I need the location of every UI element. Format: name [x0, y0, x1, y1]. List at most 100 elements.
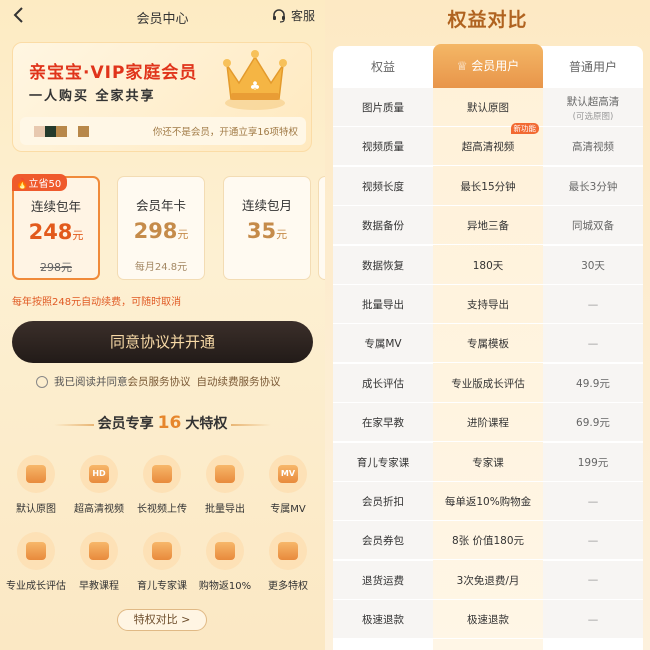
crown-icon: ♣: [223, 50, 287, 110]
member-value: 每单返10%购物金: [444, 496, 532, 508]
benefit-name: 批量导出: [333, 285, 433, 324]
header-member: ♕ 会员用户: [433, 44, 543, 88]
plan-name: 会员年卡: [135, 198, 186, 213]
feature-label: 专业成长评估: [6, 581, 66, 592]
feature-label: 批量导出: [205, 504, 245, 515]
normal-value: 30天: [543, 245, 643, 285]
plan-price: 35元: [246, 219, 288, 243]
member-value: 专属模板: [467, 338, 509, 351]
normal-value: 49.9元: [543, 363, 643, 403]
comparison-row: 育儿专家课 专家课 199元: [333, 442, 643, 482]
member-value: 180天: [472, 259, 504, 272]
benefit-name: 图片质量: [333, 88, 433, 127]
benefit-name: 会员折扣: [333, 482, 433, 521]
membership-notice: 你还不是会员，开通立享16项特权: [152, 127, 298, 138]
plan-more-peek[interactable]: [318, 176, 325, 280]
new-feature-badge: 新功能: [510, 123, 539, 135]
auto-renew-note: 每年按照248元自动续费，可随时取消: [12, 297, 182, 308]
normal-value: —: [543, 521, 643, 561]
plan-original-price: 298元: [40, 261, 72, 274]
benefit-comparison-panel: 权益对比 权益 ♕ 会员用户 普通用户 图片质量 默认原图 默认超高清 (可选原图) 视…: [325, 0, 650, 650]
benefit-name: 退货运费: [333, 560, 433, 600]
assessment-icon: [17, 532, 55, 570]
benefit-name: 极速退款: [333, 600, 433, 640]
normal-value: —: [543, 600, 643, 640]
benefit-name: 数据恢复: [333, 245, 433, 285]
privileges-title: 会员专享 16 大特权: [97, 413, 228, 433]
comparison-table: 权益 ♕ 会员用户 普通用户 图片质量 默认原图 默认超高清 (可选原图) 视频质量 新功…: [333, 44, 643, 650]
benefit-name: 在家早教: [333, 403, 433, 443]
feature-cashback[interactable]: 购物返10%: [194, 532, 256, 592]
privilege-compare-button[interactable]: 特权对比 >: [117, 609, 207, 631]
member-value: 8张 价值180元: [451, 535, 525, 548]
agreement-row: 我已阅读并同意 会员服务协议 自动续费服务协议: [36, 374, 281, 389]
feature-label: 购物返10%: [198, 581, 252, 592]
plan-annual-auto[interactable]: 🔥立省50 连续包年 248元 298元: [12, 174, 100, 280]
member-value: 专家课: [472, 456, 504, 469]
expert-icon: [143, 532, 181, 570]
normal-value: 最长3分钟: [543, 166, 643, 206]
plan-name: 连续包月: [241, 198, 292, 213]
mv-icon: MV: [269, 455, 307, 493]
vip-subtitle: 一人购买 全家共享: [29, 89, 156, 104]
save-badge: 🔥立省50: [12, 174, 68, 191]
member-value: 支持导出: [467, 299, 509, 311]
vip-title: 亲宝宝·VIP家庭会员: [29, 63, 198, 83]
feature-export[interactable]: 批量导出: [194, 455, 256, 515]
photo-icon: [17, 455, 55, 493]
feature-photo[interactable]: 默认原图: [5, 455, 67, 515]
course-icon: [80, 532, 118, 570]
plan-annual-card[interactable]: 会员年卡 298元 每月24.8元: [117, 176, 205, 280]
feature-label: 育儿专家课: [137, 581, 187, 592]
comparison-row: 会员券包 8张 价值180元 —: [333, 521, 643, 561]
plan-options: 🔥立省50 连续包年 248元 298元 会员年卡 298元 每月24.8元 连…: [12, 174, 325, 282]
benefit-name: 视频质量: [333, 127, 433, 167]
feature-label: 超高清视频: [74, 504, 124, 515]
feature-mv[interactable]: MV 专属MV: [257, 455, 319, 515]
comparison-row: 视频质量 新功能 超高清视频 高清视频: [333, 123, 643, 167]
membership-center-panel: 会员中心 客服 亲宝宝·VIP家庭会员 一人购买 全家共享 ♣ 你还不是会员，开…: [0, 0, 325, 650]
comparison-row: 在家早教 进阶课程 69.9元: [333, 403, 643, 443]
agreement-prefix: 我已阅读并同意: [54, 376, 128, 388]
member-value: 新功能 超高清视频: [433, 123, 543, 166]
comparison-row: 成长评估 专业版成长评估 49.9元: [333, 363, 643, 403]
auto-renew-agreement-link[interactable]: 自动续费服务协议: [197, 374, 281, 389]
crown-small-icon: ♕: [456, 59, 472, 73]
normal-value: —: [543, 560, 643, 600]
member-value: 3次免退费/月: [456, 574, 520, 587]
normal-value: 默认超高清 (可选原图): [543, 88, 643, 127]
comparison-row: 极速退款 极速退款 —: [333, 600, 643, 640]
customer-service-button[interactable]: 客服: [271, 7, 315, 24]
feature-hd[interactable]: HD 超高清视频: [68, 455, 130, 515]
feature-label: 更多特权: [268, 581, 308, 592]
plan-price: 298元: [133, 219, 189, 243]
normal-value: —: [543, 285, 643, 324]
feature-label: 早教课程: [79, 581, 119, 592]
plan-monthly-auto[interactable]: 连续包月 35元: [223, 176, 311, 280]
normal-value: 69.9元: [543, 403, 643, 443]
feature-label: 默认原图: [16, 504, 56, 515]
agreement-checkbox[interactable]: [36, 375, 48, 388]
header-benefit: 权益: [370, 60, 395, 74]
customer-service-label: 客服: [290, 9, 315, 23]
member-value: 进阶课程: [467, 417, 509, 430]
normal-value: 高清视频: [543, 127, 643, 167]
user-status-strip: 你还不是会员，开通立享16项特权: [20, 117, 306, 145]
export-icon: [206, 455, 244, 493]
member-service-agreement-link[interactable]: 会员服务协议: [128, 374, 191, 389]
benefit-name: 数据备份: [333, 206, 433, 246]
hd-icon: HD: [80, 455, 118, 493]
feature-course[interactable]: 早教课程: [68, 532, 130, 592]
feature-more[interactable]: 更多特权: [257, 532, 319, 592]
benefit-name: 会员券包: [333, 521, 433, 561]
feature-video-upload[interactable]: 长视频上传: [131, 455, 193, 515]
member-value: 专业版成长评估: [451, 377, 525, 390]
benefit-name: 成长评估: [333, 363, 433, 403]
feature-expert[interactable]: 育儿专家课: [131, 532, 193, 592]
benefit-name: 视频长度: [333, 166, 433, 206]
member-value: 默认原图: [467, 102, 509, 114]
agree-and-subscribe-button[interactable]: 同意协议并开通: [12, 321, 313, 363]
headset-icon: [272, 8, 285, 23]
feature-assessment[interactable]: 专业成长评估: [5, 532, 67, 592]
avatar: [34, 126, 89, 137]
